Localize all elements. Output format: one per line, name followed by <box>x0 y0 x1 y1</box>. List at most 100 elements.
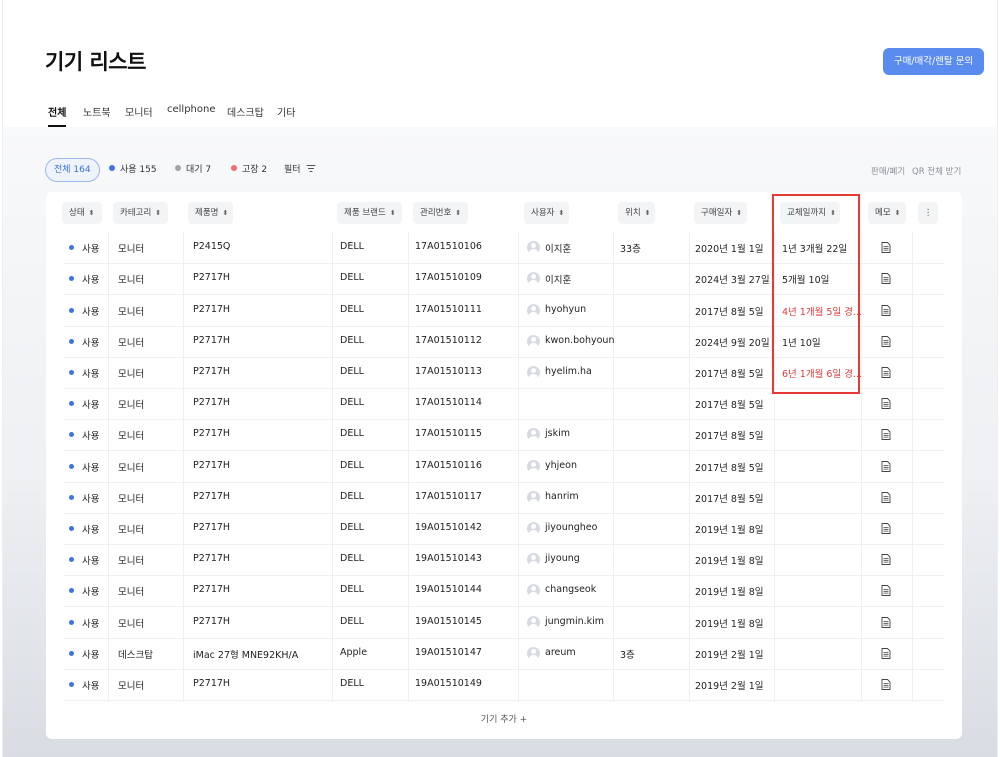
cell-status: 사용 <box>82 587 100 599</box>
row-divider <box>64 544 944 545</box>
document-icon[interactable] <box>881 616 891 628</box>
document-icon[interactable] <box>881 366 891 378</box>
cell-brand: DELL <box>340 615 364 627</box>
col-header-memo[interactable]: 메모 ⬍ <box>868 202 906 224</box>
cell-user: 이지훈 <box>545 244 572 256</box>
sort-icon: ⬍ <box>389 209 396 217</box>
cell-product: P2717H <box>193 490 231 502</box>
sort-icon: ⬍ <box>155 209 162 217</box>
cell-brand: DELL <box>340 334 364 346</box>
col-header-product-label: 제품명 <box>195 208 219 218</box>
sort-icon: ⬍ <box>88 209 95 217</box>
avatar-icon <box>527 365 540 379</box>
cell-asset-no: 19A01510147 <box>415 646 482 658</box>
cell-asset-no: 17A01510114 <box>415 397 482 409</box>
col-header-category[interactable]: 카테고리 ⬍ <box>113 202 168 224</box>
add-device-button[interactable]: 기기 추가 + <box>46 712 962 725</box>
row-divider <box>64 450 944 452</box>
sort-icon: ⬍ <box>830 209 836 217</box>
sort-icon: ⬍ <box>222 209 229 217</box>
col-header-category-label: 카테고리 <box>120 208 152 218</box>
cell-asset-no: 17A01510109 <box>415 272 482 284</box>
col-divider <box>912 232 913 702</box>
cell-brand: DELL <box>340 521 364 533</box>
cell-asset-no: 19A01510144 <box>415 584 482 596</box>
cell-purchase-date: 2017년 8월 5일 <box>695 462 764 474</box>
cell-purchase-date: 2019년 1월 8일 <box>695 587 764 599</box>
filter-chip-standby[interactable]: 대기 7 <box>175 158 211 182</box>
avatar-icon <box>527 459 540 473</box>
cell-category: 모니터 <box>118 556 145 568</box>
cell-asset-no: 17A01510113 <box>415 365 482 377</box>
column-menu-button[interactable]: ⋮ <box>918 202 938 224</box>
sell-dispose-link[interactable]: 판매/폐기 <box>871 165 905 177</box>
col-divider <box>108 232 109 702</box>
tab-monitor[interactable]: 모니터 <box>125 104 153 127</box>
status-dot-icon <box>69 494 74 500</box>
document-icon[interactable] <box>881 273 891 285</box>
cell-product: P2717H <box>193 428 231 440</box>
more-vertical-icon: ⋮ <box>923 208 933 218</box>
filter-chip-in-use[interactable]: 사용 155 <box>109 158 157 182</box>
document-icon[interactable] <box>881 678 891 690</box>
tab-laptop[interactable]: 노트북 <box>83 104 111 127</box>
row-divider <box>64 356 944 358</box>
col-header-location[interactable]: 위치 ⬍ <box>618 202 655 224</box>
cell-category: 모니터 <box>118 244 145 256</box>
col-header-status[interactable]: 상태 ⬍ <box>62 202 102 224</box>
filter-button[interactable]: 필터 <box>284 158 316 182</box>
cell-user: jiyoungheo <box>545 521 598 533</box>
cell-purchase-date: 2024년 3월 27일 <box>695 275 770 287</box>
cell-purchase-date: 2019년 1월 8일 <box>695 524 764 536</box>
col-header-location-label: 위치 <box>625 208 641 218</box>
document-icon[interactable] <box>881 335 891 347</box>
filter-chip-broken[interactable]: 고장 2 <box>231 158 267 182</box>
filter-chip-standby-label: 대기 7 <box>186 165 212 175</box>
tab-desktop[interactable]: 데스크탑 <box>227 104 264 127</box>
cell-purchase-date: 2019년 2월 1일 <box>695 649 764 661</box>
cell-product: P2717H <box>193 272 231 284</box>
document-icon[interactable] <box>881 647 891 659</box>
avatar-icon <box>527 334 540 348</box>
inquiry-button[interactable]: 구매/매각/렌탈 문의 <box>883 48 984 75</box>
document-icon[interactable] <box>881 491 891 503</box>
status-dot-icon <box>69 681 74 687</box>
col-header-replace-until[interactable]: 교체일까지 ⬍ <box>780 202 840 224</box>
cell-purchase-date: 2017년 8월 5일 <box>695 493 764 505</box>
document-icon[interactable] <box>881 242 891 254</box>
cell-brand: DELL <box>340 584 364 596</box>
cell-category: 모니터 <box>118 368 145 380</box>
cell-brand: DELL <box>340 553 364 565</box>
document-icon[interactable] <box>881 585 891 597</box>
document-icon[interactable] <box>881 460 891 472</box>
col-header-asset-no[interactable]: 관리번호 ⬍ <box>413 202 468 224</box>
cell-user: hyelim.ha <box>545 365 592 377</box>
col-header-user[interactable]: 사용자 ⬍ <box>524 202 569 224</box>
status-dot-icon <box>69 619 74 625</box>
col-header-product[interactable]: 제품명 ⬍ <box>188 202 233 224</box>
row-divider <box>64 325 944 327</box>
page-title: 기기 리스트 <box>45 50 146 74</box>
col-header-purchase-date[interactable]: 구매일자 ⬍ <box>694 202 747 224</box>
tab-all[interactable]: 전체 <box>48 104 67 127</box>
document-icon[interactable] <box>881 429 891 441</box>
cell-asset-no: 17A01510116 <box>415 459 482 471</box>
row-divider <box>64 575 944 577</box>
cell-product: P2717H <box>193 521 231 533</box>
filter-chip-all[interactable]: 전체 164 <box>45 158 100 182</box>
document-icon[interactable] <box>881 522 891 534</box>
col-header-brand[interactable]: 제품 브랜드 ⬍ <box>337 202 402 224</box>
cell-replace-until: 6년 1개월 6일 경... <box>782 368 862 380</box>
cell-user: changseok <box>545 584 597 596</box>
document-icon[interactable] <box>881 304 891 316</box>
cell-purchase-date: 2017년 8월 5일 <box>695 400 764 412</box>
document-icon[interactable] <box>881 398 891 410</box>
tab-etc[interactable]: 기타 <box>277 104 295 127</box>
tab-cellphone[interactable]: cellphone <box>167 104 216 127</box>
cell-status: 사용 <box>82 275 100 287</box>
cell-user: jiyoung <box>545 553 580 565</box>
cell-location: 3층 <box>620 649 635 661</box>
document-icon[interactable] <box>881 554 891 566</box>
cell-category: 데스크탑 <box>118 649 153 661</box>
qr-download-all-link[interactable]: QR 전체 받기 <box>912 165 961 177</box>
